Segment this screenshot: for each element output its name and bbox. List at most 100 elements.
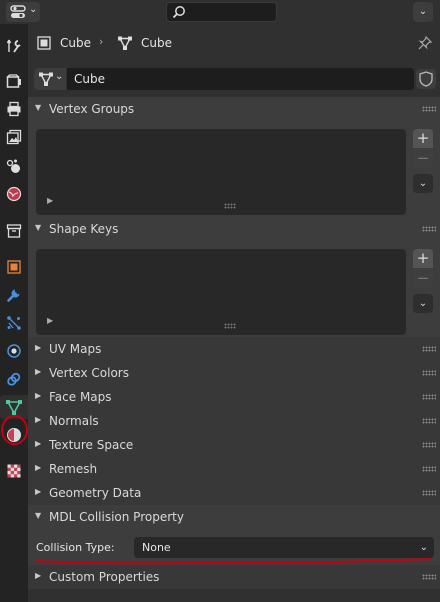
- shield-icon: [419, 71, 433, 87]
- chevron-down-icon: ▼: [35, 511, 42, 520]
- shape-keys-list[interactable]: ▶: [36, 249, 406, 335]
- mesh-data-icon: [6, 400, 22, 415]
- remove-vertex-group-button[interactable]: −: [413, 149, 433, 168]
- add-vertex-group-button[interactable]: +: [413, 129, 433, 148]
- world-icon: [6, 186, 22, 202]
- panel-title: Vertex Groups: [49, 102, 135, 116]
- remove-shape-key-button[interactable]: −: [413, 269, 433, 288]
- chevron-right-icon: ›: [99, 35, 104, 48]
- tab-particles[interactable]: [2, 311, 26, 335]
- render-icon: [6, 74, 21, 88]
- panel-geometry-data[interactable]: ▶ Geometry Data: [28, 481, 440, 505]
- panel-texture-space[interactable]: ▶ Texture Space: [28, 433, 440, 457]
- vertex-groups-list[interactable]: ▶: [36, 129, 406, 215]
- drag-handle-icon[interactable]: [422, 226, 436, 232]
- tab-physics[interactable]: [2, 339, 26, 363]
- fake-user-button[interactable]: [416, 69, 436, 89]
- panel-title: MDL Collision Property: [49, 510, 184, 524]
- options-dropdown-button[interactable]: ⌄: [413, 2, 433, 22]
- panel-mdl-collision[interactable]: ▼ MDL Collision Property: [28, 505, 440, 529]
- panel-title: Geometry Data: [49, 486, 142, 500]
- drag-handle-icon[interactable]: [422, 442, 436, 448]
- editor-type-button[interactable]: ⌄: [6, 2, 40, 22]
- drag-handle-icon[interactable]: [422, 370, 436, 376]
- mesh-data-icon: [39, 72, 53, 86]
- chevron-down-icon: ⌄: [419, 542, 428, 553]
- mesh-datablock-row: ⌄ Cube: [34, 68, 436, 90]
- add-shape-key-button[interactable]: +: [413, 249, 433, 268]
- tab-texture[interactable]: [2, 459, 26, 483]
- search-icon: [172, 6, 185, 19]
- breadcrumb-object-name: Cube: [60, 36, 91, 50]
- panel-title: Remesh: [49, 462, 98, 476]
- browse-mesh-button[interactable]: ⌄: [34, 68, 66, 90]
- search-input[interactable]: [166, 2, 277, 22]
- chevron-down-icon: ⌄: [418, 298, 428, 309]
- properties-tab-bar: [0, 24, 28, 602]
- chevron-down-icon: ▼: [35, 223, 42, 232]
- tab-modifier[interactable]: [2, 283, 26, 307]
- drag-handle-icon[interactable]: [422, 490, 436, 496]
- collision-type-select[interactable]: None ⌄: [134, 537, 434, 558]
- panel-face-maps[interactable]: ▶ Face Maps: [28, 385, 440, 409]
- tab-scene[interactable]: [2, 154, 26, 178]
- pin-icon[interactable]: [418, 36, 432, 50]
- chevron-down-icon: ⌄: [418, 178, 428, 189]
- chevron-down-icon: ⌄: [55, 71, 64, 82]
- texture-icon: [7, 464, 21, 478]
- annotation-underline: [35, 558, 433, 565]
- chevron-right-icon: ▶: [35, 439, 42, 448]
- panel-remesh[interactable]: ▶ Remesh: [28, 457, 440, 481]
- drag-handle-icon[interactable]: [422, 106, 436, 112]
- collection-icon: [6, 224, 22, 238]
- drag-handle-icon[interactable]: [422, 574, 436, 580]
- breadcrumb-mesh-name: Cube: [141, 36, 172, 50]
- collision-type-value: None: [142, 541, 171, 554]
- chevron-right-icon: ▶: [35, 367, 42, 376]
- panel-normals[interactable]: ▶ Normals: [28, 409, 440, 433]
- panel-title: Face Maps: [49, 390, 112, 404]
- drag-handle-icon[interactable]: [422, 418, 436, 424]
- tab-world[interactable]: [2, 182, 26, 206]
- chevron-right-icon: ▶: [35, 463, 42, 472]
- mesh-data-icon: [118, 36, 132, 50]
- tab-object[interactable]: [2, 255, 26, 279]
- vertex-group-specials-button[interactable]: ⌄: [413, 174, 433, 193]
- object-icon: [7, 260, 21, 274]
- chevron-down-icon: ⌄: [29, 4, 38, 15]
- resize-handle-icon[interactable]: [224, 203, 236, 209]
- tab-render[interactable]: [2, 69, 26, 93]
- vertex-groups-body: ▶ + − ⌄: [28, 121, 440, 217]
- panel-vertex-groups[interactable]: ▼ Vertex Groups: [28, 97, 440, 121]
- modifier-icon: [7, 289, 20, 302]
- tab-output[interactable]: [2, 97, 26, 121]
- chevron-down-icon: ▼: [35, 103, 42, 112]
- expand-filter-icon[interactable]: ▶: [47, 196, 53, 205]
- tab-tool[interactable]: [2, 34, 26, 58]
- expand-filter-icon[interactable]: ▶: [47, 316, 53, 325]
- drag-handle-icon[interactable]: [422, 466, 436, 472]
- object-icon: [37, 36, 51, 50]
- tab-view-layer[interactable]: [2, 125, 26, 149]
- output-icon: [7, 101, 21, 117]
- resize-handle-icon[interactable]: [224, 323, 236, 329]
- view-layer-icon: [6, 129, 22, 145]
- tab-constraints[interactable]: [2, 367, 26, 391]
- top-bar: ⌄ ⌄: [0, 0, 440, 24]
- chevron-down-icon: ⌄: [418, 6, 428, 17]
- mesh-name-field[interactable]: Cube: [67, 68, 414, 90]
- particles-icon: [7, 316, 21, 330]
- panel-shape-keys[interactable]: ▼ Shape Keys: [28, 217, 440, 241]
- drag-handle-icon[interactable]: [422, 394, 436, 400]
- drag-handle-icon[interactable]: [422, 346, 436, 352]
- panel-title: UV Maps: [49, 342, 102, 356]
- properties-editor-icon: [10, 5, 26, 18]
- annotation-circle: [1, 415, 28, 445]
- constraints-icon: [7, 372, 21, 386]
- tab-collection[interactable]: [2, 219, 26, 243]
- panel-uv-maps[interactable]: ▶ UV Maps: [28, 337, 440, 361]
- chevron-right-icon: ▶: [35, 415, 42, 424]
- shape-key-specials-button[interactable]: ⌄: [413, 294, 433, 313]
- panel-title: Shape Keys: [49, 222, 119, 236]
- panel-vertex-colors[interactable]: ▶ Vertex Colors: [28, 361, 440, 385]
